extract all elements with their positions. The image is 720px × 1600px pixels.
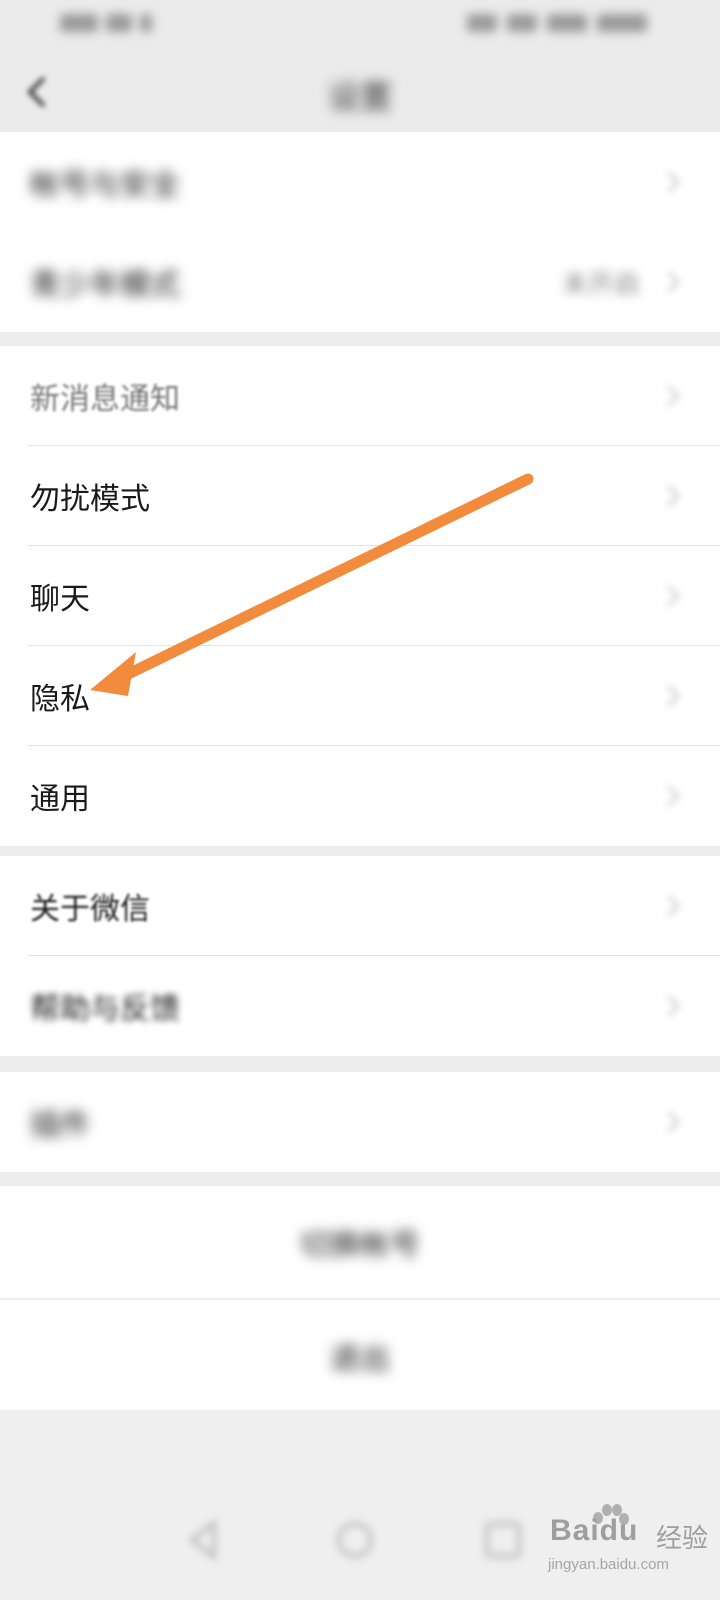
watermark-url: jingyan.baidu.com <box>548 1556 669 1573</box>
list-item-label: 帮助与反馈 <box>30 992 180 1027</box>
list-item-do-not-disturb[interactable]: 勿扰模式 <box>0 446 720 546</box>
nav-back-icon[interactable] <box>180 1515 230 1565</box>
logout-label: 退出 <box>330 1342 390 1377</box>
settings-section: 新消息通知 勿扰模式 聊天 隐私 通用 <box>0 346 720 846</box>
chevron-right-icon <box>667 1111 680 1133</box>
list-item-label: 帐号与安全 <box>30 168 180 203</box>
list-item-about-wechat[interactable]: 关于微信 <box>0 856 720 956</box>
nav-recents-icon[interactable] <box>478 1515 528 1565</box>
list-item-privacy[interactable]: 隐私 <box>0 646 720 746</box>
list-item-plugins[interactable]: 插件 <box>0 1072 720 1172</box>
baidu-jingyan-watermark: Baidu 经验 jingyan.baidu.com <box>540 1504 710 1580</box>
chevron-right-icon <box>667 485 680 507</box>
watermark-brand: Baidu <box>550 1514 639 1547</box>
plugins-section: 插件 <box>0 1072 720 1172</box>
chevron-right-icon <box>667 271 680 293</box>
chevron-right-icon <box>667 895 680 917</box>
list-item-general[interactable]: 通用 <box>0 746 720 846</box>
status-bar <box>0 0 720 50</box>
chevron-right-icon <box>667 385 680 407</box>
chevron-right-icon <box>667 995 680 1017</box>
status-icons <box>467 10 652 36</box>
nav-home-icon[interactable] <box>330 1515 380 1565</box>
list-item-label: 新消息通知 <box>30 382 180 417</box>
list-item-label: 聊天 <box>30 582 90 617</box>
list-item-label: 关于微信 <box>30 892 150 927</box>
chevron-right-icon <box>667 785 680 807</box>
chevron-right-icon <box>667 171 680 193</box>
page-title: 设置 <box>327 78 392 116</box>
switch-account-button[interactable]: 切换帐号 <box>0 1186 720 1298</box>
signal-indicators <box>60 10 155 36</box>
list-item-label: 通用 <box>30 782 90 817</box>
list-item-label: 勿扰模式 <box>30 482 150 517</box>
list-item-teen-mode[interactable]: 青少年模式 未开启 <box>0 232 720 332</box>
list-item-account-security[interactable]: 帐号与安全 <box>0 132 720 232</box>
header: 设置 <box>0 50 720 138</box>
chevron-right-icon <box>667 685 680 707</box>
list-item-help-feedback[interactable]: 帮助与反馈 <box>0 956 720 1056</box>
about-section: 关于微信 帮助与反馈 <box>0 856 720 1056</box>
list-item-chat[interactable]: 聊天 <box>0 546 720 646</box>
list-item-label: 隐私 <box>30 682 90 717</box>
watermark-suffix: 经验 <box>656 1524 709 1554</box>
logout-button[interactable]: 退出 <box>0 1300 720 1412</box>
chevron-right-icon <box>667 585 680 607</box>
list-item-label: 插件 <box>30 1108 90 1143</box>
account-section: 帐号与安全 青少年模式 未开启 <box>0 132 720 332</box>
teen-mode-status: 未开启 <box>561 269 640 300</box>
list-item-new-message-notification[interactable]: 新消息通知 <box>0 346 720 446</box>
switch-account-label: 切换帐号 <box>300 1228 420 1263</box>
list-item-label: 青少年模式 <box>30 268 180 303</box>
